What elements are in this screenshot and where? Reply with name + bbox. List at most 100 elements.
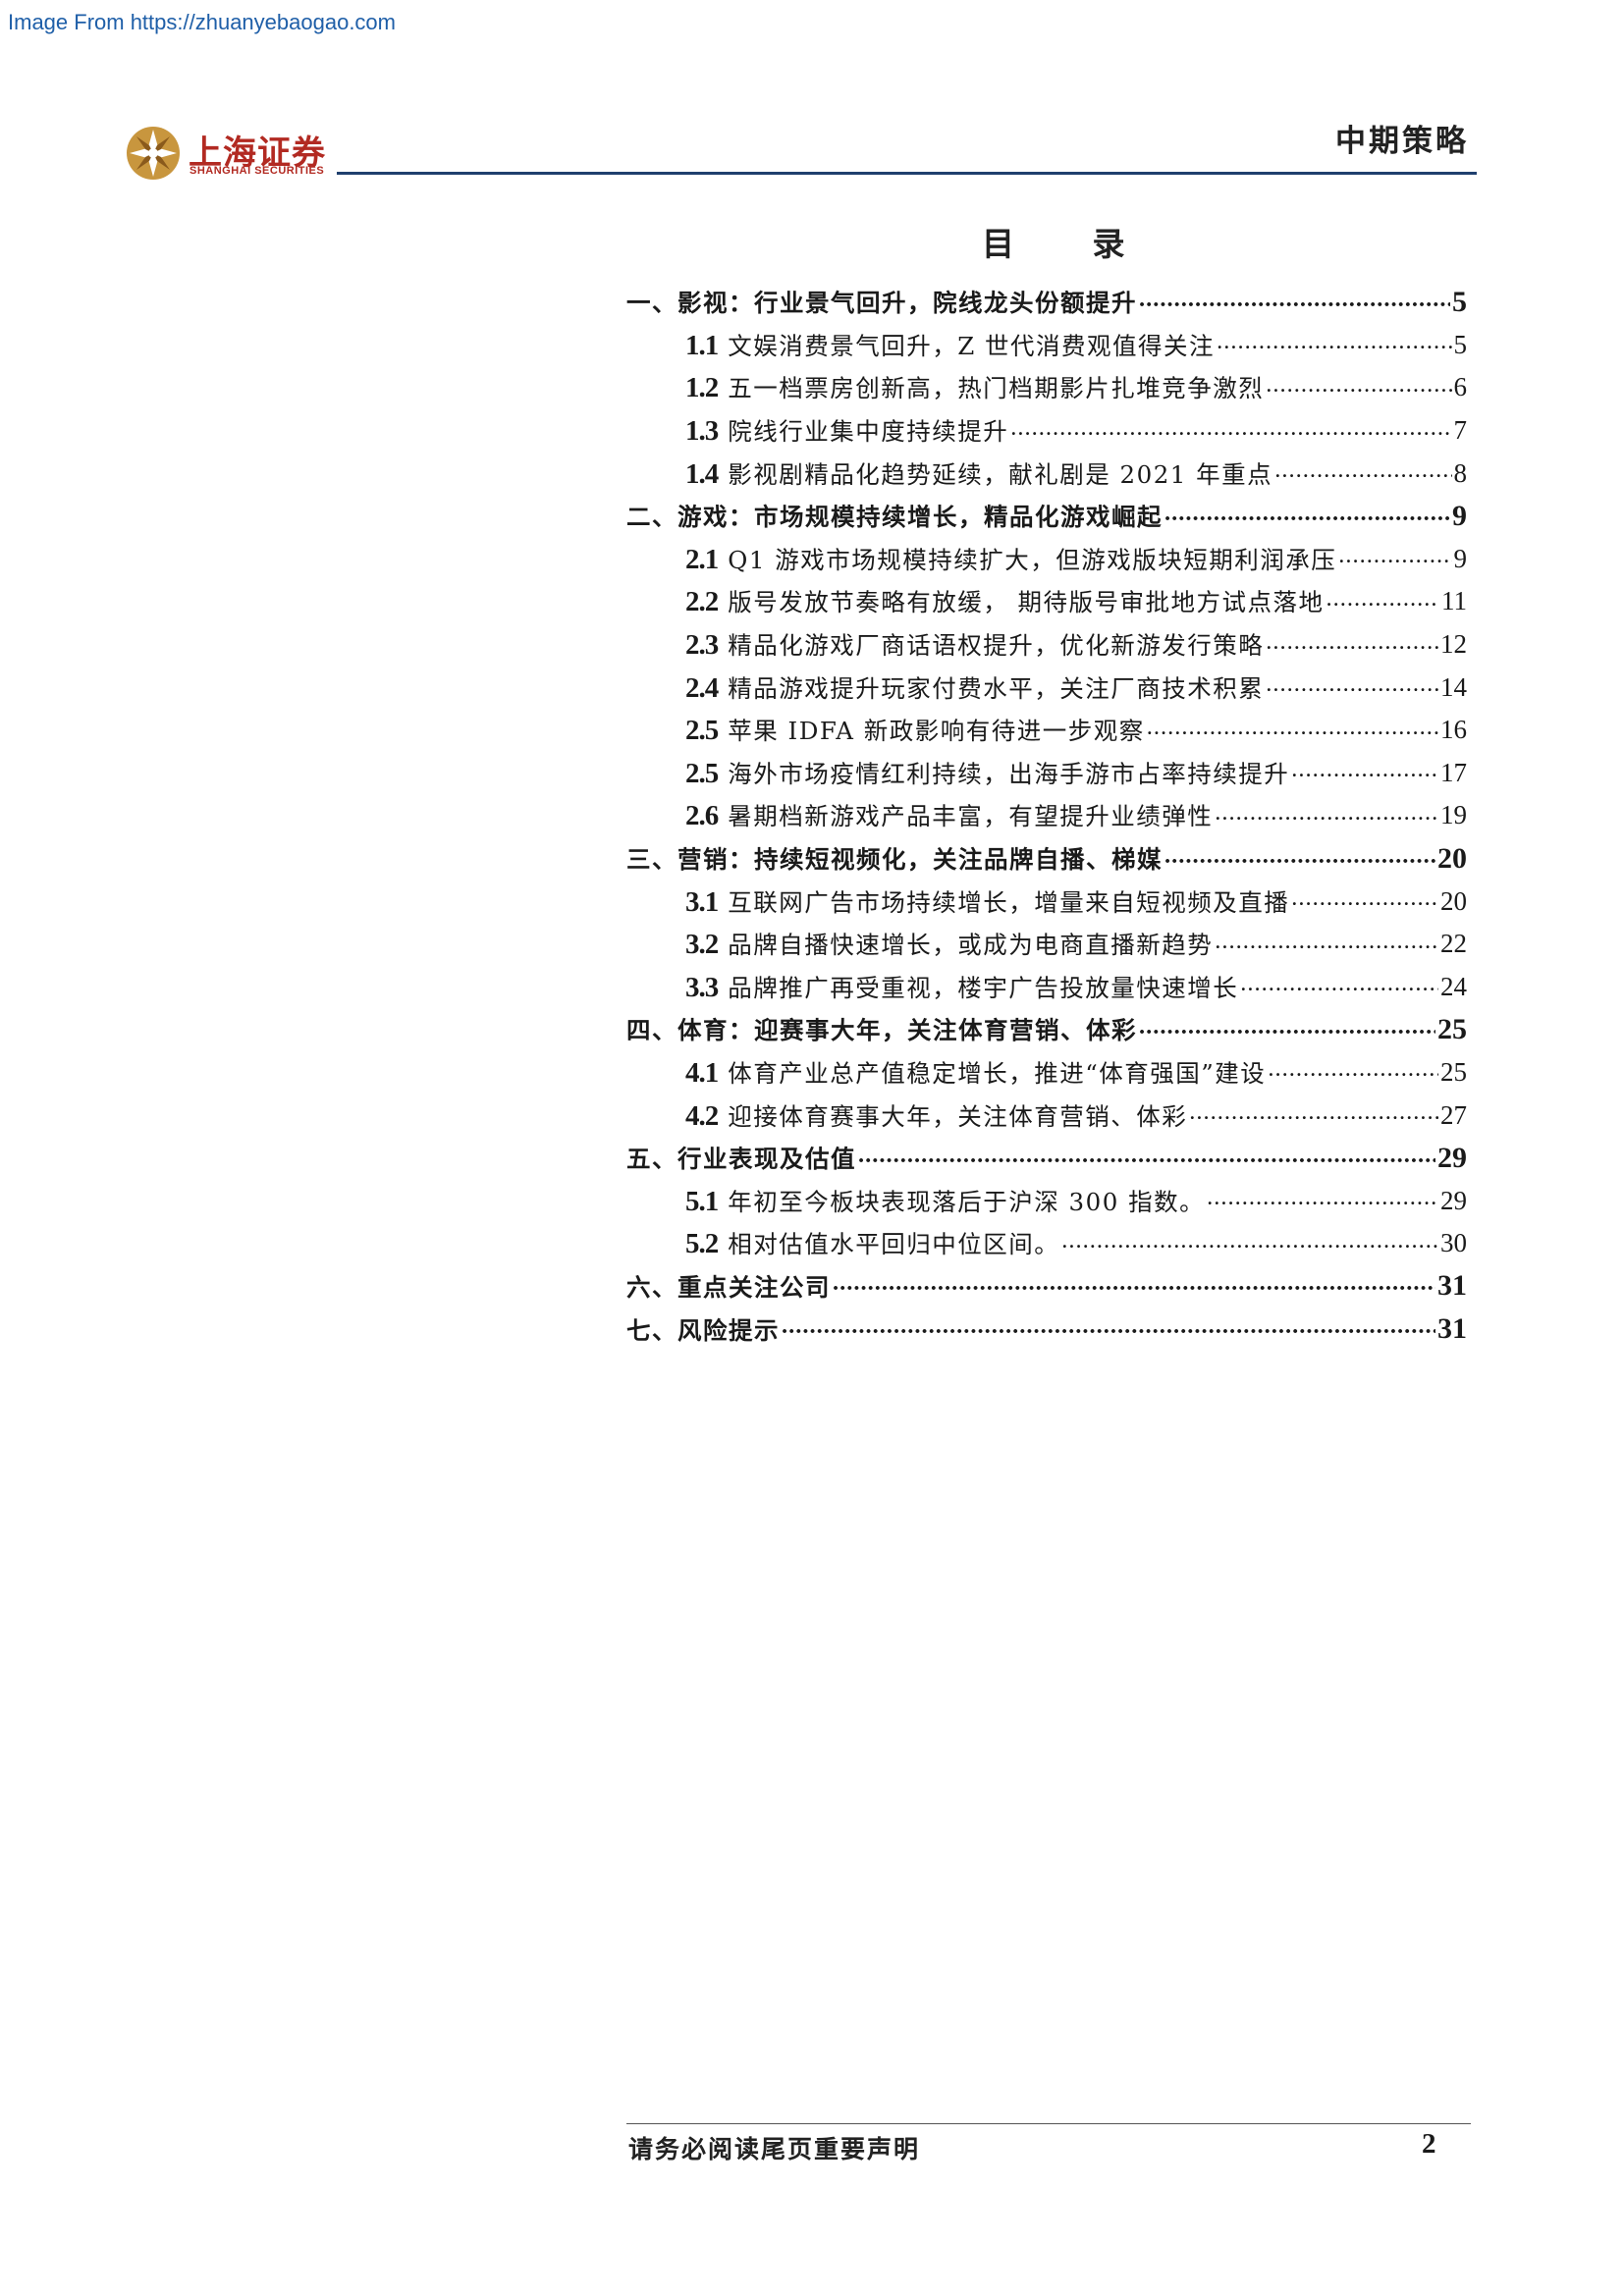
toc-entry-label: 三、营销：持续短视频化，关注品牌自播、梯媒 (626, 841, 1163, 876)
toc-entry-label: 5.2 相对估值水平回归中位区间。 (685, 1226, 1059, 1260)
toc-leader-dots (1139, 286, 1450, 313)
toc-section-entry[interactable]: 三、营销：持续短视频化，关注品牌自播、梯媒 20 (626, 837, 1467, 881)
toc-subsection-entry[interactable]: 5.1 年初至今板块表现落后于沪深 300 指数。 29 (626, 1179, 1467, 1222)
toc-entry-number: 1.2 (685, 372, 719, 404)
toc-leader-dots (1274, 456, 1451, 484)
toc-entry-number: 1.3 (685, 415, 719, 448)
header-divider (337, 172, 1477, 175)
toc-subsection-entry[interactable]: 2.4 精品游戏提升玩家付费水平，关注厂商技术积累 14 (626, 666, 1467, 709)
toc-entry-label: 5.1 年初至今板块表现落后于沪深 300 指数。 (685, 1184, 1205, 1218)
toc-section-entry[interactable]: 四、体育：迎赛事大年，关注体育营销、体彩 25 (626, 1008, 1467, 1051)
toc-subsection-entry[interactable]: 4.2 迎接体育赛事大年，关注体育营销、体彩 27 (626, 1094, 1467, 1137)
toc-subsection-entry[interactable]: 4.1 体育产业总产值稳定增长，推进“体育强国”建设 25 (626, 1051, 1467, 1095)
toc-subsection-entry[interactable]: 2.5 苹果 IDFA 新政影响有待进一步观察 16 (626, 709, 1467, 752)
toc-entry-text: 二、游戏：市场规模持续增长，精品化游戏崛起 (626, 503, 1163, 532)
toc-entry-number: 5.1 (685, 1185, 719, 1217)
toc-entry-text: 七、风险提示 (626, 1315, 780, 1345)
toc-entry-page: 7 (1453, 415, 1468, 446)
toc-entry-page: 17 (1440, 757, 1467, 787)
toc-entry-number: 4.2 (685, 1099, 719, 1132)
toc-entry-text: 海外市场疫情红利持续，出海手游市占率持续提升 (728, 759, 1290, 788)
toc-leader-dots (1338, 542, 1451, 569)
toc-subsection-entry[interactable]: 2.2 版号发放节奏略有放缓， 期待版号审批地方试点落地 11 (626, 580, 1467, 623)
toc-entry-page: 6 (1453, 372, 1468, 402)
toc-section-entry[interactable]: 六、重点关注公司 31 (626, 1265, 1467, 1308)
logo-name-en: SHANGHAI SECURITIES (189, 165, 325, 177)
toc-entry-page: 27 (1440, 1099, 1467, 1130)
toc-section-entry[interactable]: 七、风险提示 31 (626, 1308, 1467, 1351)
toc-leader-dots (1207, 1184, 1438, 1211)
toc-leader-dots (1139, 1013, 1435, 1041)
toc-subsection-entry[interactable]: 1.2 五一档票房创新高，热门档期影片扎堆竞争激烈 6 (626, 366, 1467, 409)
toc-entry-page: 14 (1440, 671, 1467, 702)
toc-entry-label: 2.5 苹果 IDFA 新政影响有待进一步观察 (685, 713, 1145, 747)
toc-entry-number: 2.4 (685, 671, 719, 704)
toc-section-entry[interactable]: 五、行业表现及估值 29 (626, 1137, 1467, 1180)
toc-entry-label: 2.4 精品游戏提升玩家付费水平，关注厂商技术积累 (685, 670, 1264, 705)
toc-entry-page: 12 (1440, 629, 1467, 660)
toc-subsection-entry[interactable]: 3.3 品牌推广再受重视，楼宇广告投放量快速增长 24 (626, 966, 1467, 1009)
toc-leader-dots (1147, 714, 1438, 741)
toc-leader-dots (1326, 585, 1439, 613)
toc-entry-text: 五、行业表现及估值 (626, 1145, 856, 1174)
toc-entry-page: 22 (1440, 929, 1467, 959)
toc-leader-dots (858, 1142, 1435, 1169)
logo-emblem-icon (127, 127, 180, 180)
toc-entry-page: 20 (1440, 885, 1467, 916)
toc-leader-dots (1164, 842, 1435, 870)
toc-title: 目 录 (982, 225, 1159, 263)
toc-leader-dots (1268, 1055, 1438, 1083)
shanghai-securities-logo: 上海证券 SHANGHAI SECURITIES (126, 126, 342, 183)
footer-disclaimer: 请务必阅读尾页重要声明 (628, 2135, 921, 2163)
toc-subsection-entry[interactable]: 5.2 相对估值水平回归中位区间。 30 (626, 1222, 1467, 1265)
toc-subsection-entry[interactable]: 2.6 暑期档新游戏产品丰富，有望提升业绩弹性 19 (626, 794, 1467, 837)
toc-leader-dots (1215, 799, 1438, 827)
toc-entry-label: 六、重点关注公司 (626, 1269, 831, 1304)
toc-subsection-entry[interactable]: 2.3 精品化游戏厂商话语权提升，优化新游发行策略 12 (626, 623, 1467, 667)
toc-entry-text: 相对估值水平回归中位区间。 (728, 1230, 1060, 1259)
toc-leader-dots (782, 1312, 1435, 1340)
toc-entry-page: 25 (1437, 1012, 1467, 1045)
toc-subsection-entry[interactable]: 1.1 文娱消费景气回升，Z 世代消费观值得关注 5 (626, 324, 1467, 367)
toc-leader-dots (1217, 328, 1451, 355)
toc-leader-dots (1291, 884, 1438, 912)
report-type-title: 中期策略 (1335, 124, 1469, 159)
toc-subsection-entry[interactable]: 1.4 影视剧精品化趋势延续，献礼剧是 2021 年重点 8 (626, 452, 1467, 495)
toc-subsection-entry[interactable]: 2.1 Q1 游戏市场规模持续扩大，但游戏版块短期利润承压 9 (626, 538, 1467, 581)
toc-entry-number: 3.3 (685, 971, 719, 1003)
toc-entry-text: 互联网广告市场持续增长，增量来自短视频及直播 (728, 887, 1290, 917)
toc-entry-label: 4.1 体育产业总产值稳定增长，推进“体育强国”建设 (685, 1055, 1266, 1090)
toc-entry-page: 31 (1437, 1312, 1467, 1346)
toc-entry-label: 四、体育：迎赛事大年，关注体育营销、体彩 (626, 1012, 1137, 1046)
toc-entry-number: 2.1 (685, 543, 719, 575)
toc-entry-page: 25 (1440, 1056, 1467, 1087)
source-watermark: Image From https://zhuanyebaogao.com (8, 10, 396, 34)
toc-leader-dots (1061, 1227, 1438, 1255)
toc-entry-label: 3.3 品牌推广再受重视，楼宇广告投放量快速增长 (685, 970, 1238, 1004)
toc-entry-text: 迎接体育赛事大年，关注体育营销、体彩 (728, 1101, 1188, 1131)
toc-entry-page: 20 (1437, 841, 1467, 875)
toc-subsection-entry[interactable]: 3.1 互联网广告市场持续增长，增量来自短视频及直播 20 (626, 880, 1467, 923)
toc-entry-page: 29 (1440, 1185, 1467, 1215)
toc-entry-text: 文娱消费景气回升，Z 世代消费观值得关注 (728, 331, 1216, 360)
toc-subsection-entry[interactable]: 3.2 品牌自播快速增长，或成为电商直播新趋势 22 (626, 923, 1467, 966)
toc-subsection-entry[interactable]: 2.5 海外市场疫情红利持续，出海手游市占率持续提升 17 (626, 752, 1467, 795)
toc-leader-dots (1189, 1098, 1438, 1126)
toc-section-entry[interactable]: 一、影视：行业景气回升，院线龙头份额提升 5 (626, 281, 1467, 324)
toc-entry-label: 1.4 影视剧精品化趋势延续，献礼剧是 2021 年重点 (685, 456, 1272, 491)
toc-entry-label: 七、风险提示 (626, 1312, 780, 1347)
toc-entry-number: 5.2 (685, 1228, 719, 1260)
toc-entry-label: 1.2 五一档票房创新高，热门档期影片扎堆竞争激烈 (685, 370, 1264, 404)
toc-leader-dots (1266, 371, 1451, 399)
toc-entry-text: 精品化游戏厂商话语权提升，优化新游发行策略 (728, 631, 1265, 661)
toc-section-entry[interactable]: 二、游戏：市场规模持续增长，精品化游戏崛起 9 (626, 495, 1467, 538)
toc-entry-label: 一、影视：行业景气回升，院线龙头份额提升 (626, 285, 1137, 319)
toc-subsection-entry[interactable]: 1.3 院线行业集中度持续提升 7 (626, 409, 1467, 453)
toc-entry-number: 1.1 (685, 329, 719, 361)
toc-entry-text: 版号发放节奏略有放缓， 期待版号审批地方试点落地 (728, 588, 1325, 617)
toc-entry-label: 4.2 迎接体育赛事大年，关注体育营销、体彩 (685, 1098, 1187, 1133)
toc-entry-text: 年初至今板块表现落后于沪深 300 指数。 (728, 1187, 1206, 1216)
toc-leader-dots (1010, 414, 1451, 442)
toc-entry-label: 1.1 文娱消费景气回升，Z 世代消费观值得关注 (685, 328, 1215, 362)
toc-entry-label: 2.5 海外市场疫情红利持续，出海手游市占率持续提升 (685, 756, 1289, 790)
